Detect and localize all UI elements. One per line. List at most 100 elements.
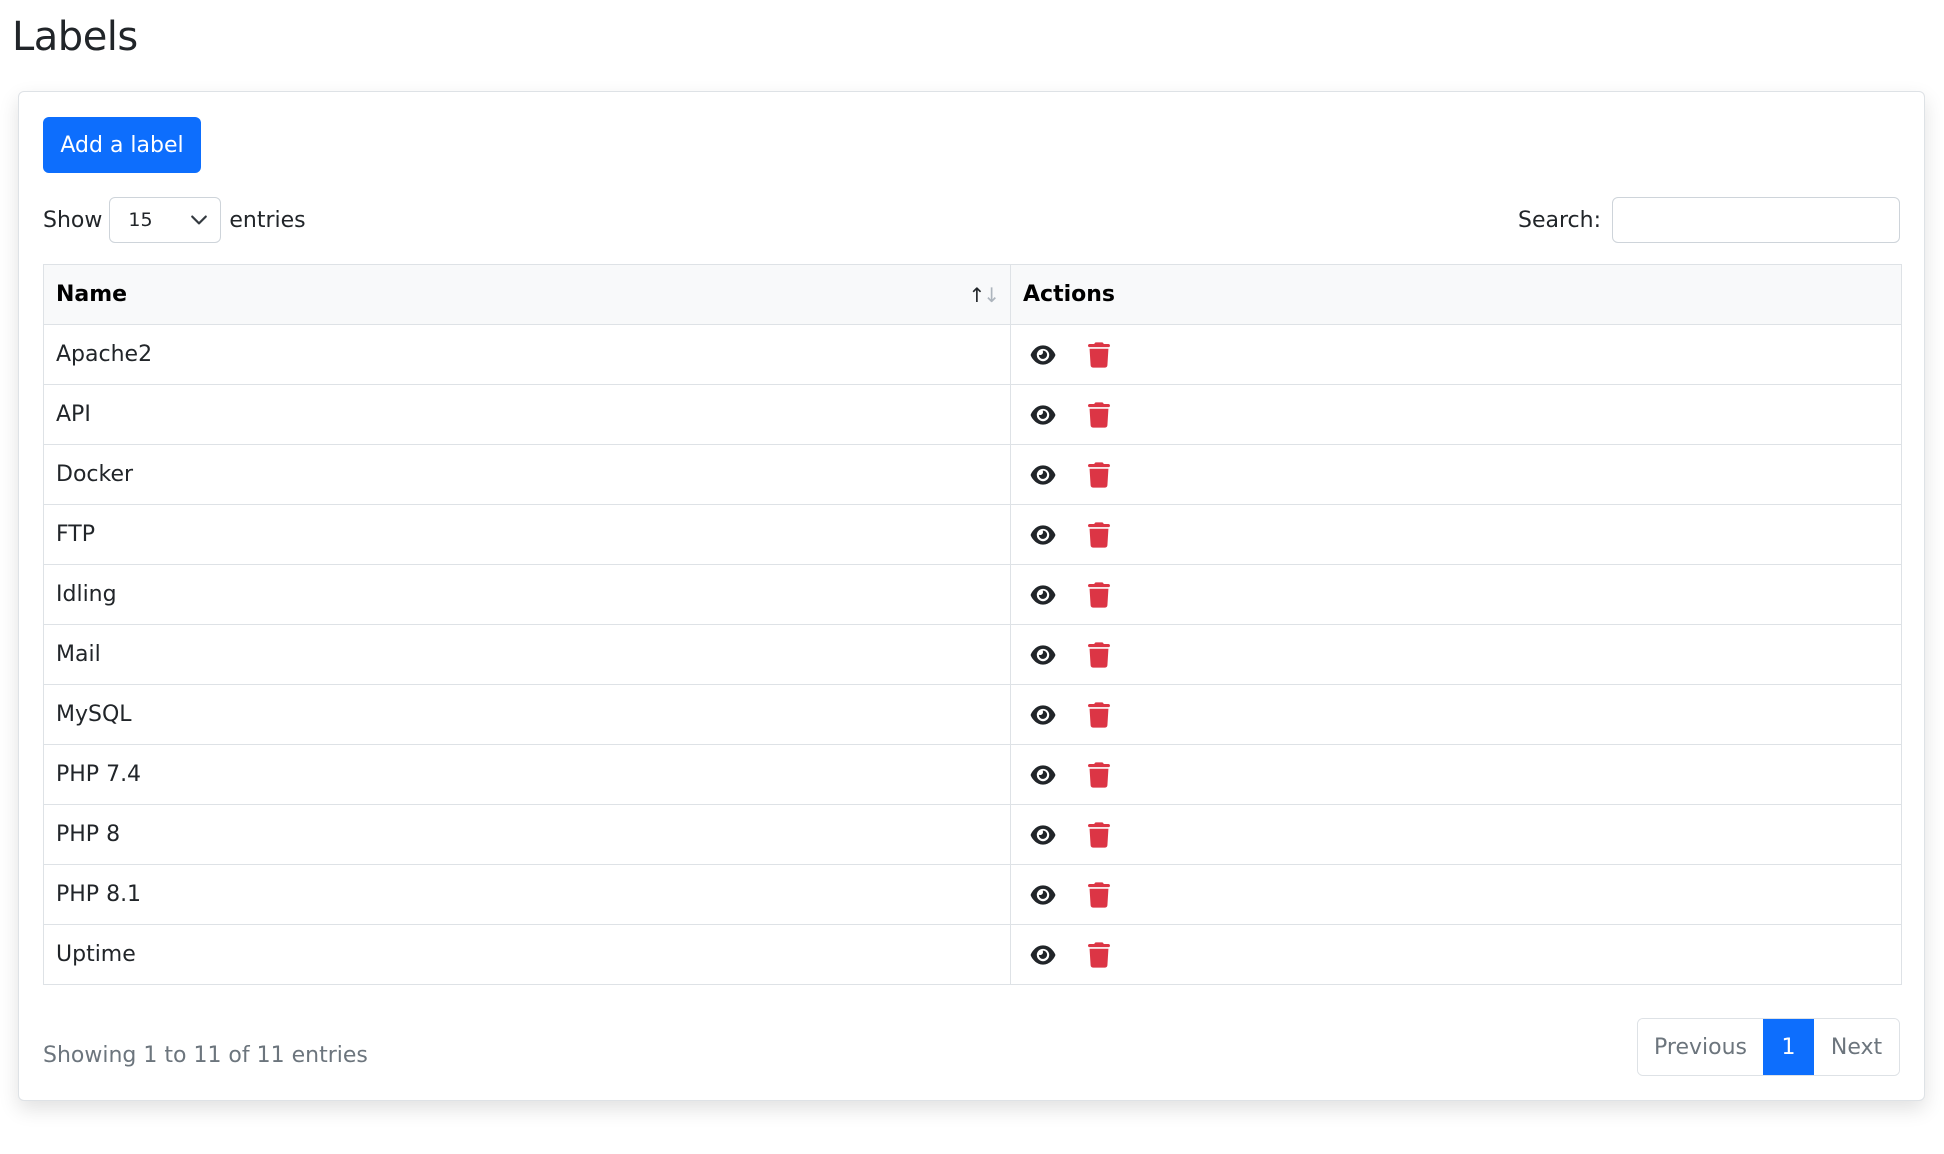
pagination: Previous 1 Next [1637,1018,1900,1076]
eye-icon [1030,704,1056,725]
view-button[interactable] [1023,704,1058,726]
search-input[interactable] [1612,197,1900,243]
labels-table: Name ↑↓ Actions Apache2 API Docker FTP Idlin… [43,264,1902,985]
delete-button[interactable] [1058,881,1110,908]
chevron-down-icon [191,215,208,225]
trash-icon [1088,821,1110,848]
table-row: PHP 8.1 [43,864,1902,925]
actions-cell [1010,564,1902,625]
delete-button[interactable] [1058,761,1110,788]
trash-icon [1088,461,1110,488]
row-actions [1023,341,1889,368]
view-button[interactable] [1023,464,1058,486]
eye-icon [1030,524,1056,545]
entries-label: entries [229,207,306,233]
row-actions [1023,821,1889,848]
delete-button[interactable] [1058,341,1110,368]
eye-icon [1030,404,1056,425]
row-actions [1023,401,1889,428]
eye-icon [1030,584,1056,605]
delete-button[interactable] [1058,641,1110,668]
trash-icon [1088,581,1110,608]
actions-cell [1010,324,1902,385]
column-header-name[interactable]: Name ↑↓ [43,264,1011,325]
delete-button[interactable] [1058,461,1110,488]
column-header-name-label: Name [56,282,128,307]
table-row: Mail [43,624,1902,685]
table-row: FTP [43,504,1902,565]
page-1-button[interactable]: 1 [1763,1019,1814,1075]
eye-icon [1030,824,1056,845]
table-row: Apache2 [43,324,1902,385]
delete-button[interactable] [1058,941,1110,968]
trash-icon [1088,521,1110,548]
labels-card: Add a label Show 15 entries Search: Name… [18,91,1925,1101]
label-name-cell: PHP 8.1 [43,864,1011,925]
table-row: Uptime [43,924,1902,985]
column-header-actions: Actions [1010,264,1902,325]
search-control: Search: [1518,196,1900,244]
search-label: Search: [1518,207,1601,233]
view-button[interactable] [1023,344,1058,366]
delete-button[interactable] [1058,701,1110,728]
label-name-cell: PHP 7.4 [43,744,1011,805]
table-row: Docker [43,444,1902,505]
delete-button[interactable] [1058,401,1110,428]
delete-button[interactable] [1058,821,1110,848]
view-button[interactable] [1023,944,1058,966]
show-label: Show [43,207,103,233]
view-button[interactable] [1023,824,1058,846]
table-header-row: Name ↑↓ Actions [43,264,1902,325]
trash-icon [1088,701,1110,728]
actions-cell [1010,684,1902,745]
delete-button[interactable] [1058,581,1110,608]
previous-page-button[interactable]: Previous [1638,1019,1763,1075]
entries-length-control: Show 15 entries [43,196,306,244]
label-name-cell: API [43,384,1011,445]
trash-icon [1088,881,1110,908]
eye-icon [1030,944,1056,965]
trash-icon [1088,761,1110,788]
actions-cell [1010,444,1902,505]
row-actions [1023,881,1889,908]
table-row: Idling [43,564,1902,625]
eye-icon [1030,644,1056,665]
next-page-button[interactable]: Next [1814,1019,1899,1075]
actions-cell [1010,504,1902,565]
row-actions [1023,641,1889,668]
row-actions [1023,761,1889,788]
delete-button[interactable] [1058,521,1110,548]
label-name-cell: FTP [43,504,1011,565]
trash-icon [1088,341,1110,368]
eye-icon [1030,764,1056,785]
entries-per-page-select[interactable]: 15 [109,197,222,243]
label-name-cell: Apache2 [43,324,1011,385]
row-actions [1023,461,1889,488]
table-row: API [43,384,1902,445]
trash-icon [1088,401,1110,428]
row-actions [1023,941,1889,968]
actions-cell [1010,924,1902,985]
label-name-cell: Uptime [43,924,1011,985]
view-button[interactable] [1023,584,1058,606]
add-label-button[interactable]: Add a label [43,117,201,173]
table-row: MySQL [43,684,1902,745]
sort-icon[interactable]: ↑↓ [968,283,1000,307]
label-name-cell: Idling [43,564,1011,625]
eye-icon [1030,344,1056,365]
table-info: Showing 1 to 11 of 11 entries [43,1043,368,1068]
actions-cell [1010,744,1902,805]
view-button[interactable] [1023,644,1058,666]
view-button[interactable] [1023,404,1058,426]
view-button[interactable] [1023,884,1058,906]
trash-icon [1088,641,1110,668]
trash-icon [1088,941,1110,968]
actions-cell [1010,804,1902,865]
row-actions [1023,581,1889,608]
page-title: Labels [12,14,138,60]
label-name-cell: Docker [43,444,1011,505]
label-name-cell: Mail [43,624,1011,685]
view-button[interactable] [1023,524,1058,546]
entries-per-page-value: 15 [128,209,153,231]
view-button[interactable] [1023,764,1058,786]
